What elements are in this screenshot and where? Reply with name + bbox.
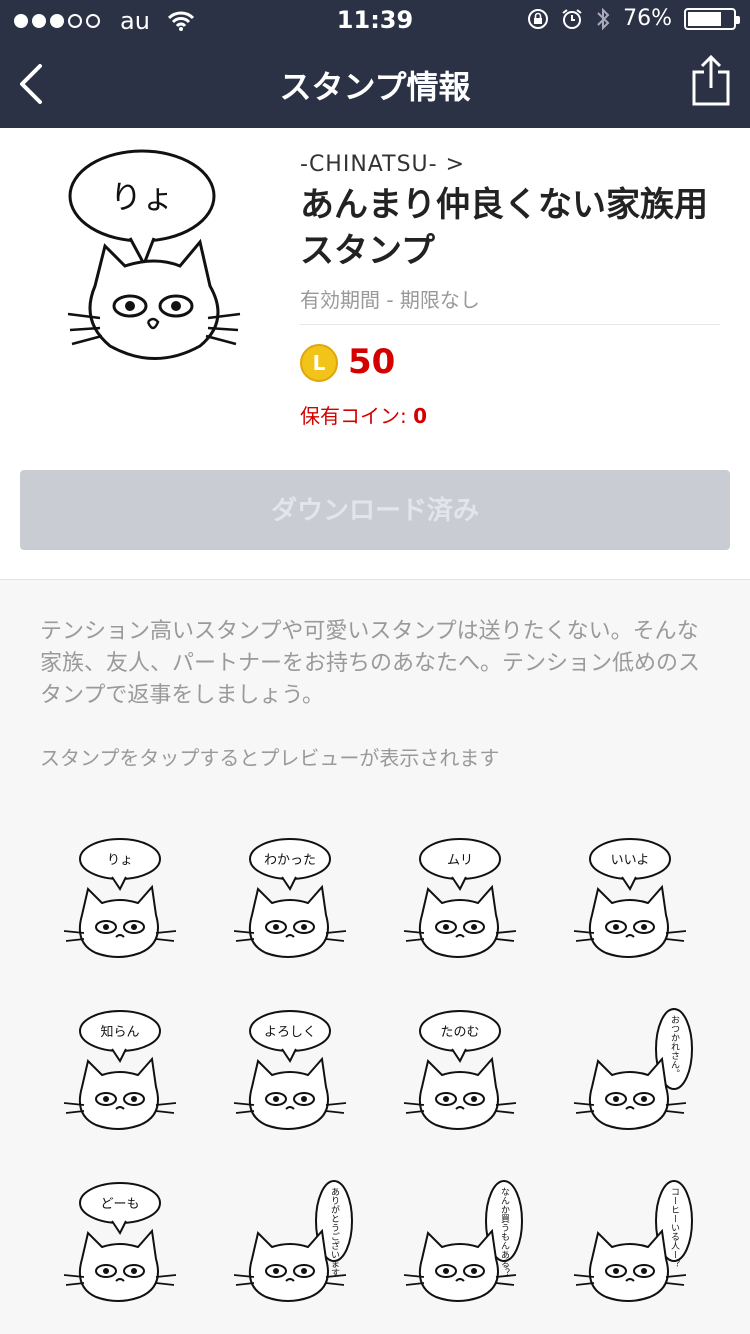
sticker-info-card: りょ -CHINATSU- > あんまり仲良くない家族用スタンプ 有効期間 - … bbox=[0, 128, 750, 580]
bluetooth-icon bbox=[597, 7, 610, 30]
sticker-thumbnail[interactable]: りょ bbox=[40, 810, 210, 982]
author-chevron-icon: > bbox=[445, 152, 466, 177]
cat-sticker-icon: 知らん bbox=[63, 1010, 177, 1130]
sticker-bubble-text: たのむ bbox=[440, 1025, 479, 1040]
sticker-grid: りょ わかった ムリ いいよ知らん よろしく たのむ おつかれさん。どーも ありがとうございま… bbox=[40, 810, 720, 1326]
sticker-description: テンション高いスタンプや可愛いスタンプは送りたくない。そんな家族、友人、パートナ… bbox=[40, 619, 701, 708]
sticker-bubble-text: いいよ bbox=[611, 853, 650, 868]
sticker-thumbnail[interactable]: おつかれさん。 bbox=[550, 982, 720, 1154]
cat-sticker-icon: ありがとうございます bbox=[233, 1180, 353, 1302]
cat-sticker-icon: ムリ bbox=[403, 838, 517, 958]
cat-sticker-icon: よろしく bbox=[233, 1010, 347, 1130]
sticker-thumbnail[interactable]: よろしく bbox=[210, 982, 380, 1154]
cat-sticker-icon: なんか買うもんある？ bbox=[403, 1180, 523, 1302]
validity-text: 有効期間 - 期限なし bbox=[300, 288, 480, 312]
sticker-bubble-text: おつかれさん。 bbox=[669, 1015, 680, 1078]
sticker-bubble-text: りょ bbox=[107, 853, 133, 868]
sticker-bubble-text: どーも bbox=[100, 1197, 139, 1212]
cat-sticker-icon: おつかれさん。 bbox=[573, 1008, 693, 1130]
share-icon[interactable] bbox=[690, 54, 732, 108]
cat-sticker-icon: どーも bbox=[63, 1182, 177, 1302]
sticker-thumbnail[interactable]: たのむ bbox=[380, 982, 550, 1154]
cat-sticker-icon: たのむ bbox=[403, 1010, 517, 1130]
sticker-bubble-text: ムリ bbox=[447, 853, 473, 868]
price: 50 bbox=[348, 342, 396, 382]
main-sticker-bubble-text: りょ bbox=[110, 178, 174, 216]
sticker-thumbnail[interactable]: ありがとうございます bbox=[210, 1154, 380, 1326]
author-link[interactable]: -CHINATSU- > bbox=[300, 152, 465, 177]
cat-sticker-icon: りょ bbox=[63, 838, 177, 958]
top-bar: au 11:39 76% スタンプ情報 bbox=[0, 0, 750, 128]
sticker-thumbnail[interactable]: どーも bbox=[40, 1154, 210, 1326]
status-bar: au 11:39 76% bbox=[0, 0, 750, 40]
sticker-bubble-text: コーヒーいる人ー？ bbox=[669, 1187, 680, 1268]
rotation-lock-icon bbox=[528, 8, 549, 29]
sticker-thumbnail[interactable]: わかった bbox=[210, 810, 380, 982]
cat-sticker-icon: わかった bbox=[233, 838, 347, 958]
sticker-bubble-text: 知らん bbox=[100, 1024, 139, 1040]
preview-hint: スタンプをタップするとプレビューが表示されます bbox=[40, 746, 500, 770]
alarm-icon bbox=[562, 8, 582, 29]
divider bbox=[300, 324, 720, 325]
sticker-bubble-text: わかった bbox=[264, 853, 316, 868]
sticker-thumbnail[interactable]: いいよ bbox=[550, 810, 720, 982]
sticker-bubble-text: なんか買うもんある？ bbox=[499, 1187, 510, 1277]
sticker-thumbnail[interactable]: なんか買うもんある？ bbox=[380, 1154, 550, 1326]
line-coin-icon: L bbox=[300, 344, 338, 382]
cat-sticker-icon: いいよ bbox=[573, 838, 687, 958]
nav-title: スタンプ情報 bbox=[279, 68, 471, 106]
nav-bar: スタンプ情報 bbox=[0, 40, 750, 128]
sticker-thumbnail[interactable]: ムリ bbox=[380, 810, 550, 982]
battery-icon bbox=[684, 7, 740, 30]
main-sticker-image: りょ bbox=[67, 149, 241, 360]
cat-sticker-icon: コーヒーいる人ー？ bbox=[573, 1180, 693, 1302]
sticker-title: あんまり仲良くない家族用スタンプ bbox=[300, 185, 708, 271]
owned-coins: 保有コイン: 0 bbox=[300, 404, 428, 428]
sticker-bubble-text: よろしく bbox=[264, 1025, 316, 1040]
battery-percent: 76% bbox=[623, 6, 672, 31]
download-button[interactable]: ダウンロード済み bbox=[20, 470, 730, 550]
sticker-thumbnail[interactable]: 知らん bbox=[40, 982, 210, 1154]
sticker-thumbnail[interactable]: コーヒーいる人ー？ bbox=[550, 1154, 720, 1326]
sticker-bubble-text: ありがとうございます bbox=[329, 1187, 340, 1277]
